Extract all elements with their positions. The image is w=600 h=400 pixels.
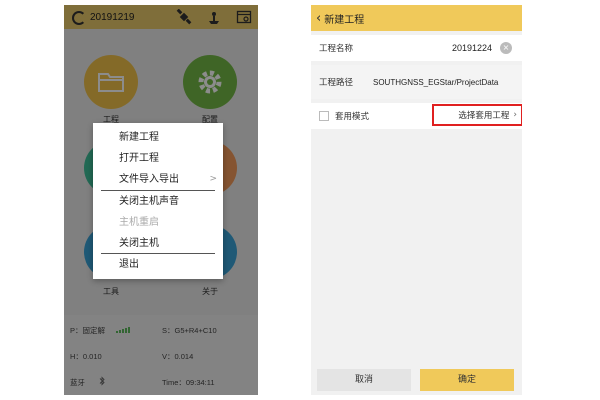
- template-mode-label: 套用模式: [335, 112, 370, 122]
- project-name-input[interactable]: 20191224: [452, 43, 492, 53]
- project-popup-menu: 新建工程 打开工程 文件导入导出 > 关闭主机声音 主机重启 关闭主机 退出: [93, 123, 223, 279]
- menu-item-label: 文件导入导出: [119, 174, 179, 186]
- action-bar: 取消 确定: [311, 365, 522, 395]
- page-title: 新建工程: [324, 14, 365, 26]
- menu-item-new-project[interactable]: 新建工程: [93, 127, 223, 148]
- chevron-right-icon: ›: [513, 110, 517, 120]
- clear-icon[interactable]: ×: [500, 42, 512, 54]
- project-name-label: 工程名称: [319, 44, 354, 54]
- main-menu-screen: 20191219 工程 配置 工具 关于 P：固定解 S：G5+R4+C10 H…: [64, 5, 258, 395]
- template-mode-checkbox[interactable]: [319, 111, 329, 121]
- menu-item-mute-receiver[interactable]: 关闭主机声音: [93, 191, 223, 212]
- menu-item-exit[interactable]: 退出: [93, 254, 223, 275]
- template-mode-row: 套用模式 选择套用工程 ›: [311, 103, 522, 129]
- header-bar: ‹ 新建工程: [311, 5, 522, 31]
- menu-item-restart-receiver: 主机重启: [119, 216, 159, 228]
- confirm-button[interactable]: 确定: [420, 369, 514, 391]
- project-path-value: SOUTHGNSS_EGStar/ProjectData: [373, 77, 499, 87]
- project-path-row: 工程路径 SOUTHGNSS_EGStar/ProjectData: [311, 65, 522, 99]
- select-template-label: 选择套用工程: [458, 111, 510, 121]
- project-path-label: 工程路径: [319, 78, 354, 88]
- project-name-row: 工程名称 20191224 ×: [311, 35, 522, 61]
- menu-item-power-off-receiver[interactable]: 关闭主机: [93, 233, 223, 255]
- new-project-screen: ‹ 新建工程 工程名称 20191224 × 工程路径 SOUTHGNSS_EG…: [311, 5, 522, 395]
- menu-item-open-project[interactable]: 打开工程: [93, 148, 223, 169]
- cancel-button[interactable]: 取消: [317, 369, 411, 391]
- back-icon[interactable]: ‹: [316, 11, 321, 26]
- menu-item-file-import-export[interactable]: 文件导入导出 >: [93, 169, 223, 191]
- chevron-right-icon: >: [209, 174, 217, 185]
- select-template-project-button[interactable]: 选择套用工程 ›: [432, 104, 522, 126]
